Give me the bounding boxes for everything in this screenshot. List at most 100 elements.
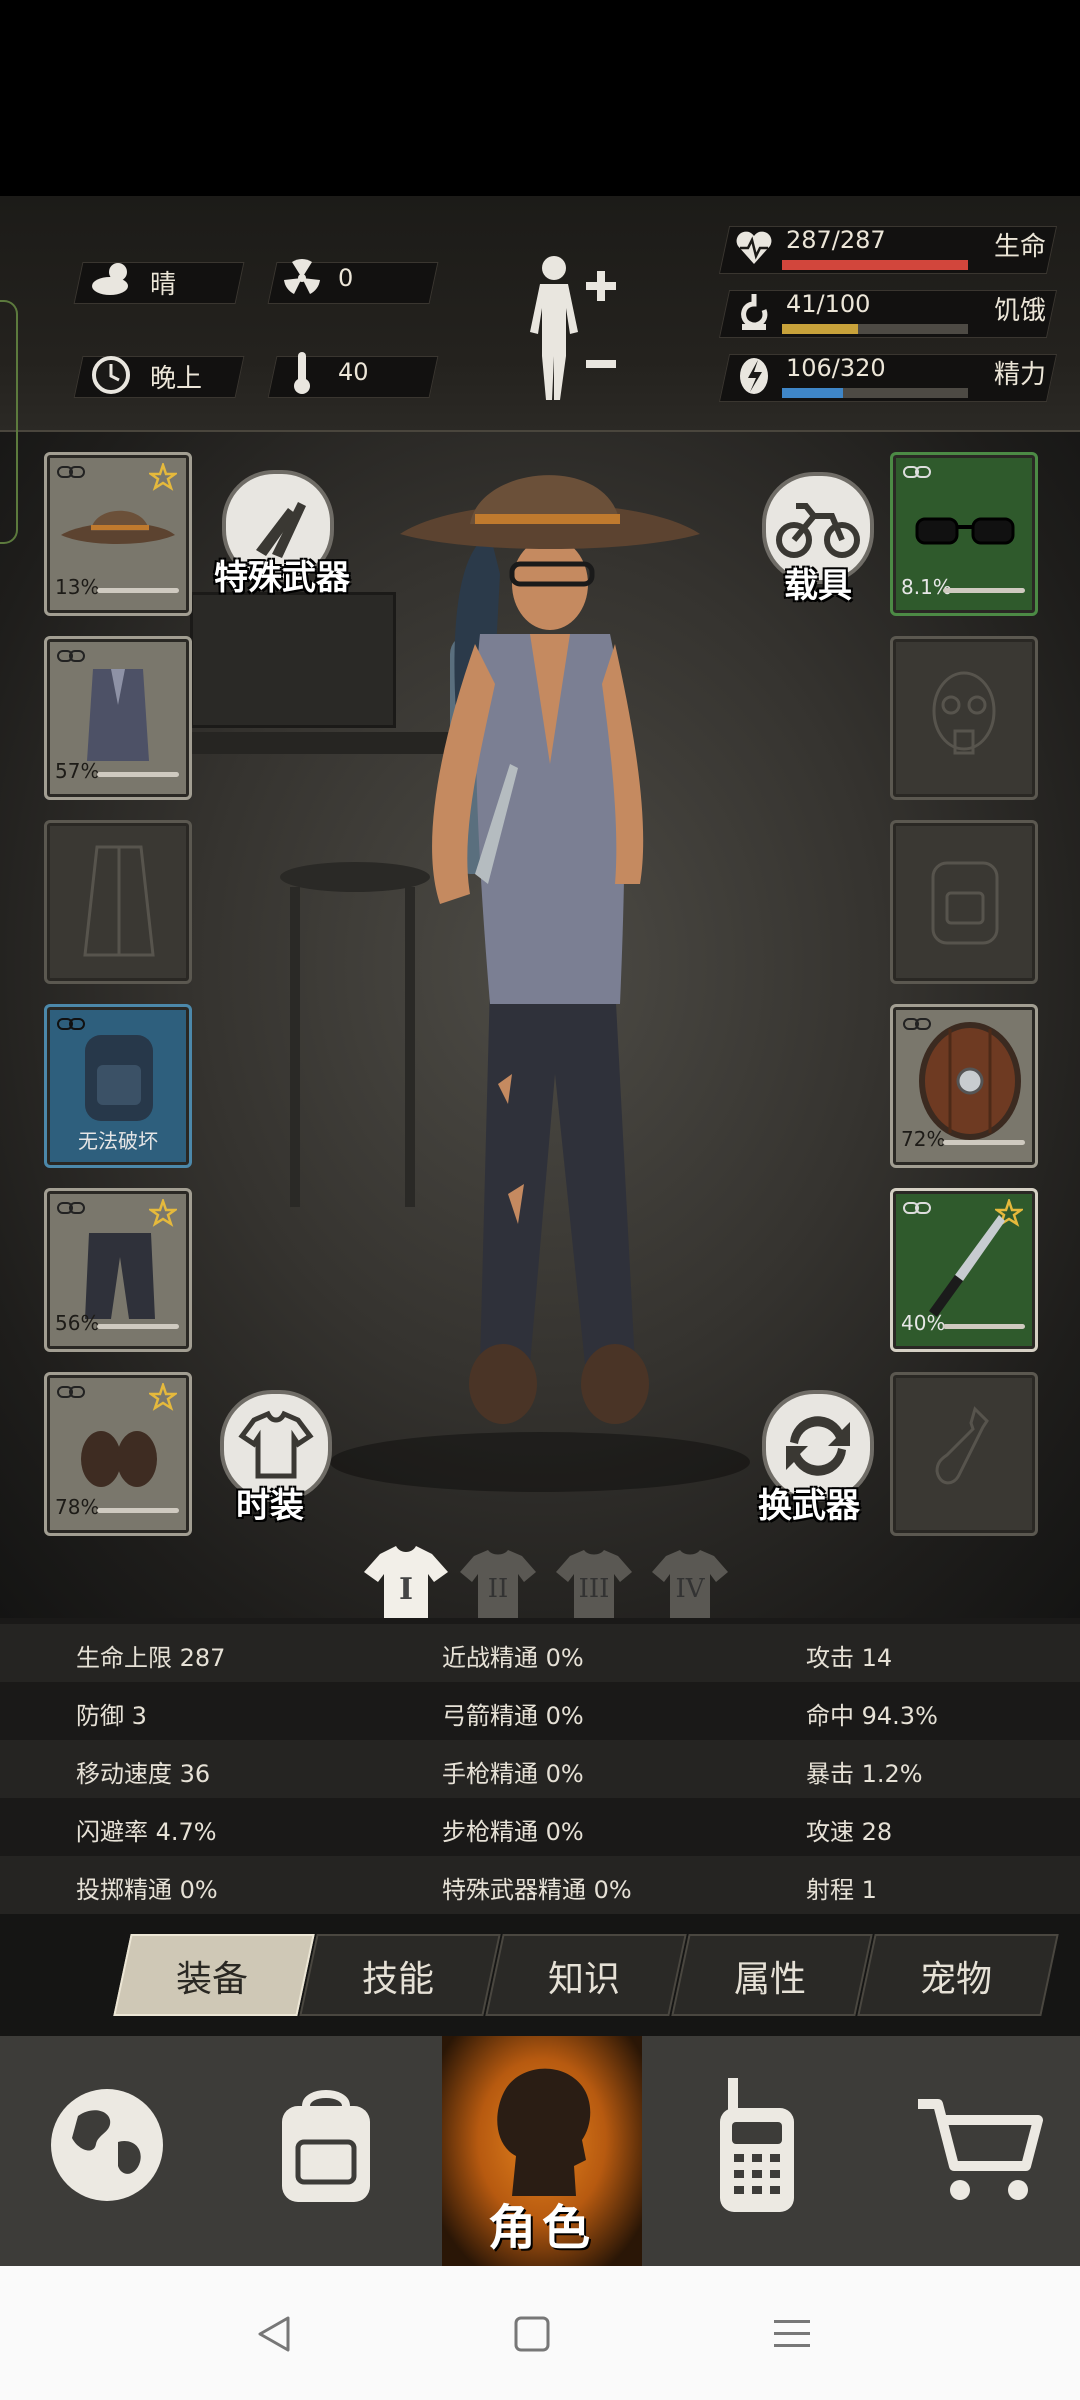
outfit-set-4-label: IV xyxy=(675,1574,705,1604)
bag-slot-empty[interactable] xyxy=(890,820,1038,984)
cloud-sun-icon xyxy=(92,263,128,295)
stat-accuracy: 命中 94.3% xyxy=(806,1702,938,1730)
link-icon xyxy=(57,1202,85,1214)
stat-special-weapon-mastery: 特殊武器精通 0% xyxy=(442,1876,632,1904)
backpack-icon xyxy=(85,1035,153,1121)
hat-icon xyxy=(61,510,175,544)
durability-bar xyxy=(943,1140,1025,1145)
stomach-icon xyxy=(741,294,768,330)
outfit-set-3[interactable]: III xyxy=(552,1546,636,1624)
stat-max-hp: 生命上限 287 xyxy=(76,1644,226,1672)
stat-crit: 暴击 1.2% xyxy=(806,1760,923,1788)
hat-slot[interactable]: 13% xyxy=(44,452,192,616)
knife-icon xyxy=(929,1215,1005,1317)
shirt-icon xyxy=(87,669,149,761)
backpack-slot[interactable]: 无法破坏 xyxy=(44,1004,192,1168)
energy-icon xyxy=(740,358,768,394)
pants-icon xyxy=(85,1233,155,1319)
menu-icon[interactable] xyxy=(770,2312,814,2356)
health-bar xyxy=(782,260,968,270)
durability-bar xyxy=(97,1508,179,1513)
tab-pets-label[interactable]: 宠物 xyxy=(866,1950,1046,2002)
health-text: 287/287 xyxy=(786,226,886,254)
hunger-bar xyxy=(782,324,968,334)
clock-icon xyxy=(92,356,130,394)
nav-character[interactable]: 角色 xyxy=(442,2036,642,2266)
tab-equipment-label[interactable]: 装备 xyxy=(122,1950,302,2002)
weather-text: 晴 xyxy=(150,270,177,300)
tab-knowledge-label[interactable]: 知识 xyxy=(494,1950,674,2002)
outfit-set-1[interactable]: I xyxy=(360,1542,452,1626)
stat-row: 投掷精通 0% 特殊武器精通 0% 射程 1 xyxy=(0,1856,1080,1914)
character-figure xyxy=(400,475,700,1424)
stat-melee-mastery: 近战精通 0% xyxy=(442,1644,584,1672)
backpack-status: 无法破坏 xyxy=(78,1129,158,1153)
back-icon[interactable] xyxy=(252,2312,296,2356)
tab-skills-label[interactable]: 技能 xyxy=(308,1950,488,2002)
body-status-icon[interactable] xyxy=(520,252,620,406)
star-icon xyxy=(149,463,177,491)
mask-slot-empty[interactable] xyxy=(890,636,1038,800)
side-drawer-handle[interactable] xyxy=(0,300,18,544)
stat-row: 生命上限 287 近战精通 0% 攻击 14 xyxy=(0,1624,1080,1682)
energy-text: 106/320 xyxy=(786,354,886,382)
nav-backpack[interactable] xyxy=(220,2036,440,2266)
nav-world-map[interactable] xyxy=(0,2036,220,2266)
radiation-value: 0 xyxy=(338,264,354,292)
link-icon xyxy=(903,466,931,478)
coat-slot-empty[interactable] xyxy=(44,820,192,984)
stat-bow-mastery: 弓箭精通 0% xyxy=(442,1702,584,1730)
nav-shop[interactable] xyxy=(862,2036,1080,2266)
special-weapon-label[interactable]: 特殊武器 xyxy=(214,550,350,599)
nav-radio[interactable] xyxy=(644,2036,862,2266)
durability-bar xyxy=(97,772,179,777)
time-of-day: 晚上 xyxy=(150,364,203,394)
glasses-icon xyxy=(915,517,1015,545)
link-icon xyxy=(57,650,85,662)
durability-bar xyxy=(943,588,1025,593)
shoes-icon xyxy=(81,1431,157,1487)
outfit-set-1-label: I xyxy=(398,1572,414,1607)
stat-row: 防御 3 弓箭精通 0% 命中 94.3% xyxy=(0,1682,1080,1740)
stool-leg xyxy=(290,887,300,1207)
durability-bar xyxy=(97,1324,179,1329)
stat-pistol-mastery: 手枪精通 0% xyxy=(442,1760,584,1788)
energy-bar xyxy=(782,388,968,398)
link-icon xyxy=(57,466,85,478)
tab-attributes-label[interactable]: 属性 xyxy=(680,1950,860,2002)
knife-slot[interactable]: 40% xyxy=(890,1188,1038,1352)
radio-prop xyxy=(190,592,396,728)
nav-character-label: 角色 xyxy=(487,2200,596,2256)
stat-row: 闪避率 4.7% 步枪精通 0% 攻速 28 xyxy=(0,1798,1080,1856)
globe-icon xyxy=(51,2089,163,2201)
temperature-value: 40 xyxy=(338,358,369,386)
shopping-cart-icon xyxy=(918,2099,1043,2200)
glasses-durability: 8.1% xyxy=(901,575,952,599)
bag-outline-icon xyxy=(931,861,999,945)
outfit-set-2[interactable]: II xyxy=(456,1546,540,1624)
stat-attack: 攻击 14 xyxy=(806,1644,893,1672)
switch-weapon-label[interactable]: 换武器 xyxy=(758,1478,860,1527)
heart-icon xyxy=(736,231,772,264)
throwable-slot-empty[interactable] xyxy=(890,1372,1038,1536)
pants-slot[interactable]: 56% xyxy=(44,1188,192,1352)
stat-defense: 防御 3 xyxy=(76,1702,147,1730)
glasses-slot[interactable]: 8.1% xyxy=(890,452,1038,616)
stat-rifle-mastery: 步枪精通 0% xyxy=(442,1818,584,1846)
radiation-icon xyxy=(284,258,320,294)
knife-durability: 40% xyxy=(901,1311,946,1335)
home-icon[interactable] xyxy=(510,2312,554,2356)
outfit-set-4[interactable]: IV xyxy=(648,1546,732,1624)
shirt-slot[interactable]: 57% xyxy=(44,636,192,800)
gas-mask-outline-icon xyxy=(932,671,996,755)
durability-bar xyxy=(97,588,179,593)
shoes-slot[interactable]: 78% xyxy=(44,1372,192,1536)
vehicle-label[interactable]: 载具 xyxy=(784,558,852,607)
walkie-talkie-icon xyxy=(720,2078,794,2212)
character-scene: 13% 57% 无法破坏 56% 78% 8.1% 72% 40% 特殊武器 载… xyxy=(0,432,1080,1618)
backpack-icon xyxy=(282,2090,370,2202)
link-icon xyxy=(57,1386,85,1398)
fashion-label[interactable]: 时装 xyxy=(236,1478,304,1527)
stat-move-speed: 移动速度 36 xyxy=(76,1760,211,1788)
shield-slot[interactable]: 72% xyxy=(890,1004,1038,1168)
